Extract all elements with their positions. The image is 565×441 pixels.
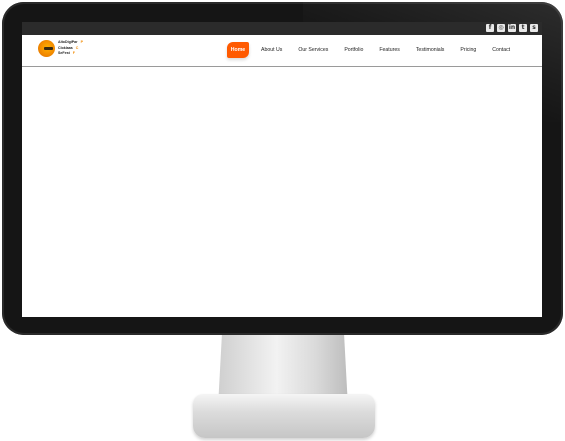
- social-links: f ◎ in t s: [486, 24, 538, 32]
- logo-line-3: SeFest F: [58, 51, 75, 56]
- nav-item-features[interactable]: Features: [379, 42, 399, 58]
- nav-item-about-us[interactable]: About Us: [261, 42, 282, 58]
- site-header: AltoDigiPar P Cloklaas C SeFest F Home Abou…: [22, 35, 542, 67]
- logo-icon: [38, 40, 55, 57]
- main-nav: Home About Us Our Services Portfolio Fea…: [227, 42, 510, 58]
- social-topbar: f ◎ in t s: [22, 22, 542, 35]
- monitor-screen: f ◎ in t s AltoDigiPar P Cloklaas C SeFest…: [22, 22, 542, 317]
- facebook-icon[interactable]: f: [486, 24, 494, 32]
- page-content-area: [22, 67, 542, 317]
- instagram-icon[interactable]: ◎: [497, 24, 505, 32]
- logo-text: AltoDigiPar P Cloklaas C SeFest F: [58, 40, 83, 56]
- nav-item-home[interactable]: Home: [227, 42, 249, 58]
- nav-item-contact[interactable]: Contact: [492, 42, 510, 58]
- twitter-icon[interactable]: t: [519, 24, 527, 32]
- linkedin-icon[interactable]: in: [508, 24, 516, 32]
- nav-item-our-services[interactable]: Our Services: [298, 42, 328, 58]
- skype-icon[interactable]: s: [530, 24, 538, 32]
- site-logo[interactable]: AltoDigiPar P Cloklaas C SeFest F: [38, 40, 83, 57]
- nav-item-portfolio[interactable]: Portfolio: [344, 42, 363, 58]
- nav-item-testimonials[interactable]: Testimonials: [416, 42, 445, 58]
- nav-item-pricing[interactable]: Pricing: [460, 42, 476, 58]
- monitor-stand-base: [193, 394, 375, 438]
